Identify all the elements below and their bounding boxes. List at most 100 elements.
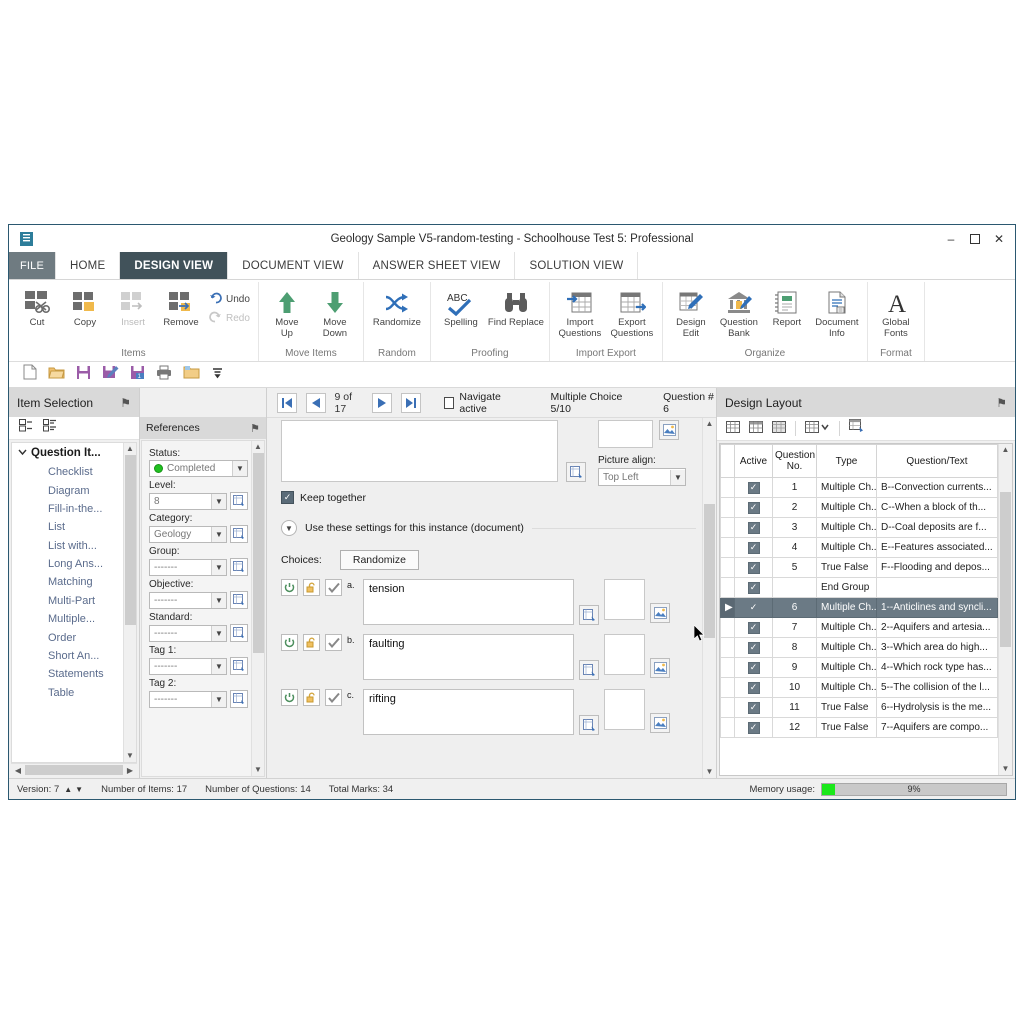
grid-view-1-icon[interactable] [726, 420, 740, 438]
chevron-down-icon[interactable]: ▼ [211, 625, 226, 641]
checkbox-checked-icon[interactable]: ✓ [747, 481, 760, 494]
row-active[interactable]: ✓ [734, 597, 773, 618]
picture-browse-button[interactable] [659, 420, 679, 440]
first-record-button[interactable] [277, 392, 297, 413]
pin-icon[interactable]: ⚑ [996, 396, 1007, 410]
standard-edit-button[interactable] [230, 624, 248, 642]
choice-edit-button-a[interactable] [579, 605, 599, 625]
choice-correct-icon[interactable] [325, 634, 342, 651]
print-icon[interactable] [156, 365, 172, 385]
choice-lock-icon[interactable] [303, 634, 320, 651]
question-text-edit-button[interactable] [566, 462, 586, 482]
chevron-down-icon[interactable]: ▼ [670, 469, 685, 485]
tree-item-checklist[interactable]: Checklist [12, 463, 136, 481]
randomize-button[interactable]: Randomize [368, 286, 426, 331]
insert-button[interactable]: Insert [109, 286, 157, 331]
list-view-icon[interactable] [19, 419, 33, 437]
tree-item-diagram[interactable]: Diagram [12, 481, 136, 499]
save-edit-icon[interactable] [102, 365, 119, 385]
prev-record-button[interactable] [305, 392, 326, 413]
objective-select[interactable]: ------- ▼ [149, 591, 227, 609]
tree-item-statements[interactable]: Statements [12, 665, 136, 683]
scroll-down-arrow-icon[interactable]: ▼ [254, 764, 262, 776]
design-layout-vertical-scrollbar[interactable]: ▲ ▼ [998, 444, 1012, 775]
picture-align-select[interactable]: Top Left ▼ [598, 468, 686, 486]
standard-select[interactable]: ------- ▼ [149, 624, 227, 642]
choice-picture-b[interactable] [604, 634, 645, 675]
category-edit-button[interactable] [230, 525, 248, 543]
checkbox-icon[interactable] [443, 396, 455, 409]
version-down-arrow-icon[interactable]: ▼ [75, 785, 83, 794]
level-select[interactable]: 8 ▼ [149, 492, 227, 510]
tab-document-view[interactable]: DOCUMENT VIEW [228, 252, 359, 279]
global-fonts-button[interactable]: A Global Fonts [872, 286, 920, 341]
picture-preview[interactable] [598, 420, 653, 448]
find-replace-button[interactable]: Find Replace [487, 286, 545, 331]
checkbox-checked-icon[interactable]: ✓ [748, 602, 760, 614]
row-active[interactable]: ✓ [734, 657, 773, 678]
table-row[interactable]: ✓ 9 Multiple Ch... 4--Which rock type ha… [720, 657, 998, 678]
grid-view-2-icon[interactable] [749, 420, 763, 438]
checkbox-checked-icon[interactable]: ✓ [747, 501, 760, 514]
category-select[interactable]: Geology ▼ [149, 525, 227, 543]
spelling-button[interactable]: ABC Spelling [435, 286, 487, 331]
tree-item-fill-in-the-blank[interactable]: Fill-in-the... [12, 500, 136, 518]
level-edit-button[interactable] [230, 492, 248, 510]
choice-input-a[interactable]: tension [363, 579, 574, 625]
choice-power-icon[interactable] [281, 634, 298, 651]
tree-item-short-answer[interactable]: Short An... [12, 647, 136, 665]
scroll-right-arrow-icon[interactable]: ▶ [124, 766, 136, 775]
tree-item-list[interactable]: List [12, 518, 136, 536]
table-row[interactable]: ✓ 12 True False 7--Aquifers are compo... [720, 717, 998, 738]
scroll-down-arrow-icon[interactable]: ▼ [706, 766, 714, 778]
tab-design-view[interactable]: DESIGN VIEW [120, 252, 229, 279]
close-button[interactable]: ✕ [987, 228, 1011, 250]
status-select[interactable]: Completed ▼ [149, 460, 248, 477]
item-selection-vertical-scrollbar[interactable]: ▲ ▼ [123, 443, 136, 762]
table-row[interactable]: ✓ 8 Multiple Ch... 3--Which area do high… [720, 637, 998, 658]
maximize-button[interactable] [963, 228, 987, 250]
tab-home[interactable]: HOME [56, 252, 121, 279]
choice-picture-a[interactable] [604, 579, 645, 620]
move-down-button[interactable]: Move Down [311, 286, 359, 341]
scroll-thumb[interactable] [252, 453, 264, 653]
table-row-selected[interactable]: ▶ ✓ 6 Multiple Ch... 1--Anticlines and s… [720, 597, 998, 618]
choice-edit-button-b[interactable] [579, 660, 599, 680]
redo-button[interactable]: Redo [205, 309, 254, 328]
choice-picture-browse-a[interactable] [650, 603, 670, 623]
row-active[interactable]: ✓ [734, 637, 773, 658]
import-questions-button[interactable]: Import Questions [554, 286, 606, 341]
header-type[interactable]: Type [816, 444, 877, 478]
move-up-button[interactable]: Move Up [263, 286, 311, 341]
checkbox-checked-icon[interactable]: ✓ [747, 541, 760, 554]
chevron-down-icon[interactable]: ▼ [232, 461, 247, 476]
navigate-active-checkbox[interactable]: Navigate active [443, 391, 523, 415]
references-vertical-scrollbar[interactable]: ▲ ▼ [251, 441, 264, 776]
row-active[interactable]: ✓ [734, 617, 773, 638]
tree-item-list-with[interactable]: List with... [12, 537, 136, 555]
chevron-down-icon[interactable]: ▼ [211, 493, 226, 509]
tag1-edit-button[interactable] [230, 657, 248, 675]
tab-file[interactable]: FILE [9, 252, 57, 279]
export-questions-button[interactable]: Export Questions [606, 286, 658, 341]
choice-picture-browse-c[interactable] [650, 713, 670, 733]
undo-button[interactable]: Undo [205, 290, 254, 309]
choice-lock-icon[interactable] [303, 689, 320, 706]
tag2-select[interactable]: ------- ▼ [149, 690, 227, 708]
editor-vertical-scrollbar[interactable]: ▲ ▼ [702, 418, 716, 778]
row-active[interactable]: ✓ [734, 537, 773, 558]
chevron-down-icon[interactable]: ▼ [211, 526, 226, 542]
grid-edit-icon[interactable] [849, 419, 864, 438]
randomize-choices-button[interactable]: Randomize [339, 550, 419, 570]
header-active[interactable]: Active [734, 444, 773, 478]
choice-correct-icon[interactable] [325, 689, 342, 706]
table-row[interactable]: ✓ 4 Multiple Ch... E--Features associate… [720, 537, 998, 558]
row-active[interactable]: ✓ [734, 717, 773, 738]
header-question-no[interactable]: Question No. [772, 444, 817, 478]
question-bank-button[interactable]: Question Bank [715, 286, 763, 341]
scroll-thumb[interactable] [1000, 492, 1011, 647]
version-up-arrow-icon[interactable]: ▲ [64, 785, 72, 794]
header-question-text[interactable]: Question/Text [876, 444, 998, 478]
table-row[interactable]: ✓ End Group [720, 577, 998, 598]
tree-item-multi-part[interactable]: Multi-Part [12, 592, 136, 610]
